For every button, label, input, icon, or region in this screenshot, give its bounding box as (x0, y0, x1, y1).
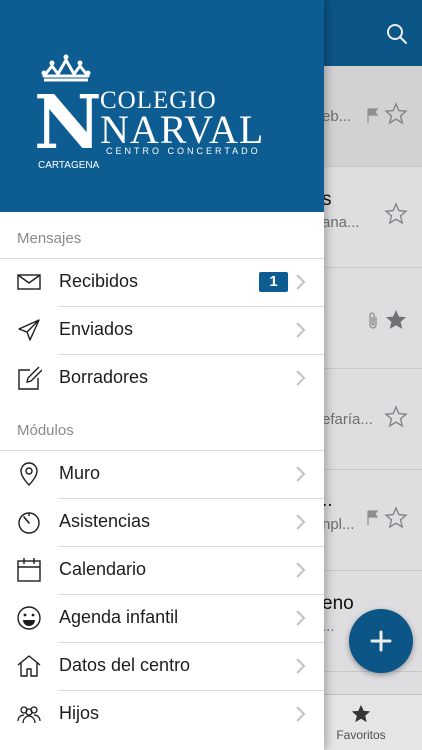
menu-item-label: Calendario (59, 559, 147, 579)
smiley-icon (17, 606, 41, 630)
divider (58, 498, 324, 499)
menu-item-label: Hijos (59, 703, 100, 723)
chevron-right-icon (296, 466, 306, 482)
chevron-right-icon (296, 322, 306, 338)
menu-item-label: Datos del centro (59, 655, 191, 675)
menu-item-label: Asistencias (59, 511, 151, 531)
menu-item-datos-del-centro[interactable]: Datos del centro (0, 642, 324, 690)
menu-item-calendario[interactable]: Calendario (0, 546, 324, 594)
paper-plane-icon (18, 319, 40, 341)
svg-text:N: N (36, 80, 102, 166)
divider (58, 690, 324, 691)
envelope-icon (17, 274, 41, 290)
drawer-header: N COLEGIO NARVAL CENTRO CONCERTADO CARTA… (0, 0, 324, 212)
chevron-right-icon (296, 370, 306, 386)
divider (58, 642, 324, 643)
divider (58, 546, 324, 547)
menu-item-hijos[interactable]: Hijos (0, 690, 324, 738)
menu-item-label: Muro (59, 463, 101, 483)
divider (58, 354, 324, 355)
house-icon (17, 655, 41, 677)
menu-item-asistencias[interactable]: Asistencias (0, 498, 324, 546)
menu-item-label: Recibidos (59, 271, 139, 291)
school-logo: N COLEGIO NARVAL CENTRO CONCERTADO CARTA… (36, 54, 263, 171)
menu-item-recibidos[interactable]: Recibidos 1 (0, 258, 324, 306)
compose-icon (18, 366, 42, 390)
stopwatch-icon (18, 512, 40, 534)
chevron-right-icon (296, 706, 306, 722)
chevron-right-icon (296, 274, 306, 290)
divider (58, 594, 324, 595)
menu-item-agenda-infantil[interactable]: Agenda infantil (0, 594, 324, 642)
menu-item-label: Enviados (59, 319, 134, 339)
chevron-right-icon (296, 658, 306, 674)
menu-item-borradores[interactable]: Borradores (0, 354, 324, 402)
menu-item-muro[interactable]: Muro (0, 450, 324, 498)
chevron-right-icon (296, 610, 306, 626)
svg-text:CENTRO CONCERTADO: CENTRO CONCERTADO (106, 146, 261, 156)
menu-item-enviados[interactable]: Enviados (0, 306, 324, 354)
chevron-right-icon (296, 562, 306, 578)
divider (0, 258, 324, 259)
section-title-messages: Mensajes (17, 230, 82, 247)
unread-count-badge: 1 (259, 272, 288, 292)
menu-item-label: Agenda infantil (59, 607, 179, 627)
divider (0, 450, 324, 451)
menu-item-label: Borradores (59, 367, 149, 387)
divider (58, 306, 324, 307)
people-icon (17, 706, 41, 724)
navigation-drawer: N COLEGIO NARVAL CENTRO CONCERTADO CARTA… (0, 0, 324, 750)
svg-text:CARTAGENA: CARTAGENA (38, 160, 100, 171)
chevron-right-icon (296, 514, 306, 530)
section-title-modules: Módulos (17, 422, 74, 439)
location-pin-icon (20, 462, 38, 486)
calendar-icon (17, 558, 41, 582)
